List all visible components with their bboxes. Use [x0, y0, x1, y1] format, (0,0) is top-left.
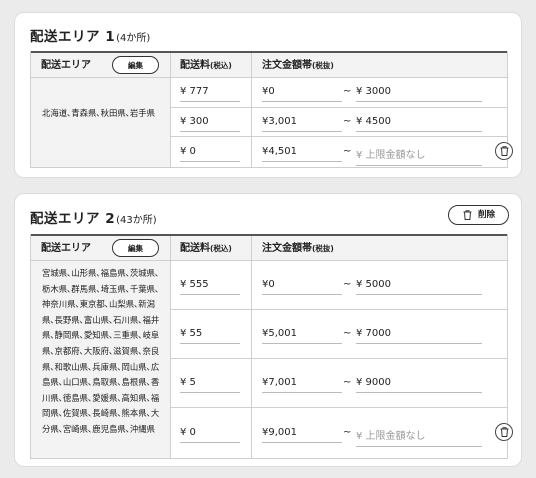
delete-label: 削除 — [478, 210, 496, 220]
amount-from-input[interactable]: ¥4,501 — [262, 146, 342, 162]
area-title: 配送エリア 2(43か所) — [30, 207, 157, 227]
row-delete-button[interactable] — [495, 142, 513, 160]
amount-from-input[interactable]: ¥5,001 — [262, 328, 342, 344]
amount-from-input[interactable]: ¥7,001 — [262, 377, 342, 393]
prefecture-list: 宮城県､山形県､福島県､茨城県､栃木県､群馬県､埼玉県､千葉県､神奈川県､東京都… — [31, 261, 170, 458]
divider — [170, 53, 171, 77]
trash-icon — [500, 146, 509, 156]
fee-input[interactable]: ¥ 555 — [180, 279, 240, 295]
header-amount-label: 注文金額帯 — [262, 243, 312, 254]
divider — [251, 53, 252, 77]
edit-button[interactable]: 編集 — [112, 239, 159, 257]
header-amount-sub: (税抜) — [312, 61, 334, 70]
table-row: ¥ 0 ¥9,001 ~ ¥ 上限金額なし — [170, 408, 513, 458]
table-header: 配送エリア 編集 配送料(税込) 注文金額帯(税抜) — [31, 234, 507, 261]
range-tilde: ~ — [343, 377, 352, 388]
header-fee: 配送料(税込) — [180, 53, 232, 78]
shipping-table: 配送エリア 編集 配送料(税込) 注文金額帯(税抜) 宮城県､山形県､福島県､茨… — [30, 234, 513, 459]
table-row: ¥ 5 ¥7,001 ~ ¥ 9000 — [170, 359, 507, 407]
table-header: 配送エリア 編集 配送料(税込) 注文金額帯(税抜) — [31, 51, 507, 78]
table-row: ¥ 55 ¥5,001 ~ ¥ 7000 — [170, 310, 507, 358]
area-title-text: 配送エリア 1 — [30, 29, 116, 45]
fee-input[interactable]: ¥ 0 — [180, 427, 240, 443]
header-amount: 注文金額帯(税抜) — [262, 53, 334, 78]
fee-input[interactable]: ¥ 0 — [180, 146, 240, 162]
amount-to-input[interactable]: ¥ 上限金額なし — [356, 146, 482, 166]
area-count: (4か所) — [116, 33, 151, 44]
fee-input[interactable]: ¥ 55 — [180, 328, 240, 344]
header-amount: 注文金額帯(税抜) — [262, 236, 334, 261]
amount-to-input[interactable]: ¥ 3000 — [356, 86, 482, 102]
header-fee: 配送料(税込) — [180, 236, 232, 261]
range-tilde: ~ — [343, 116, 352, 127]
header-fee-sub: (税込) — [210, 244, 232, 253]
row-delete-button[interactable] — [495, 423, 513, 441]
fee-input[interactable]: ¥ 5 — [180, 377, 240, 393]
table-row: ¥ 777 ¥0 ~ ¥ 3000 — [170, 78, 507, 108]
amount-to-input[interactable]: ¥ 5000 — [356, 279, 482, 295]
range-tilde: ~ — [343, 328, 352, 339]
divider — [170, 236, 171, 260]
header-area: 配送エリア — [41, 243, 91, 254]
table-row: ¥ 0 ¥4,501 ~ ¥ 上限金額なし — [170, 137, 513, 167]
header-fee-label: 配送料 — [180, 60, 210, 71]
divider — [251, 236, 252, 260]
range-tilde: ~ — [343, 146, 352, 157]
delete-area-button[interactable]: 削除 — [448, 205, 509, 225]
table-row: ¥ 300 ¥3,001 ~ ¥ 4500 — [170, 108, 507, 137]
amount-from-input[interactable]: ¥0 — [262, 279, 342, 295]
area-title: 配送エリア 1(4か所) — [30, 25, 150, 45]
amount-to-input[interactable]: ¥ 7000 — [356, 328, 482, 344]
edit-button[interactable]: 編集 — [112, 56, 159, 74]
fee-input[interactable]: ¥ 777 — [180, 86, 240, 102]
trash-icon — [500, 427, 509, 437]
header-area: 配送エリア — [41, 60, 91, 71]
header-amount-label: 注文金額帯 — [262, 60, 312, 71]
shipping-table: 配送エリア 編集 配送料(税込) 注文金額帯(税抜) 北海道､青森県､秋田県､岩… — [30, 51, 513, 168]
amount-from-input[interactable]: ¥0 — [262, 86, 342, 102]
delivery-area-card-2: 配送エリア 2(43か所) 削除 配送エリア 編集 配送料(税込) 注文金額帯(… — [14, 193, 522, 467]
prefecture-list: 北海道､青森県､秋田県､岩手県 — [31, 78, 170, 167]
range-tilde: ~ — [343, 279, 352, 290]
amount-from-input[interactable]: ¥3,001 — [262, 116, 342, 132]
range-tilde: ~ — [343, 427, 352, 438]
amount-to-input[interactable]: ¥ 上限金額なし — [356, 427, 482, 447]
amount-from-input[interactable]: ¥9,001 — [262, 427, 342, 443]
header-fee-sub: (税込) — [210, 61, 232, 70]
header-fee-label: 配送料 — [180, 243, 210, 254]
header-amount-sub: (税抜) — [312, 244, 334, 253]
area-count: (43か所) — [116, 215, 157, 226]
trash-icon — [463, 210, 472, 220]
fee-input[interactable]: ¥ 300 — [180, 116, 240, 132]
area-title-text: 配送エリア 2 — [30, 211, 116, 227]
range-tilde: ~ — [343, 86, 352, 97]
amount-to-input[interactable]: ¥ 9000 — [356, 377, 482, 393]
amount-to-input[interactable]: ¥ 4500 — [356, 116, 482, 132]
table-row: ¥ 555 ¥0 ~ ¥ 5000 — [170, 261, 507, 309]
delivery-area-card-1: 配送エリア 1(4か所) 配送エリア 編集 配送料(税込) 注文金額帯(税抜) … — [14, 12, 522, 178]
